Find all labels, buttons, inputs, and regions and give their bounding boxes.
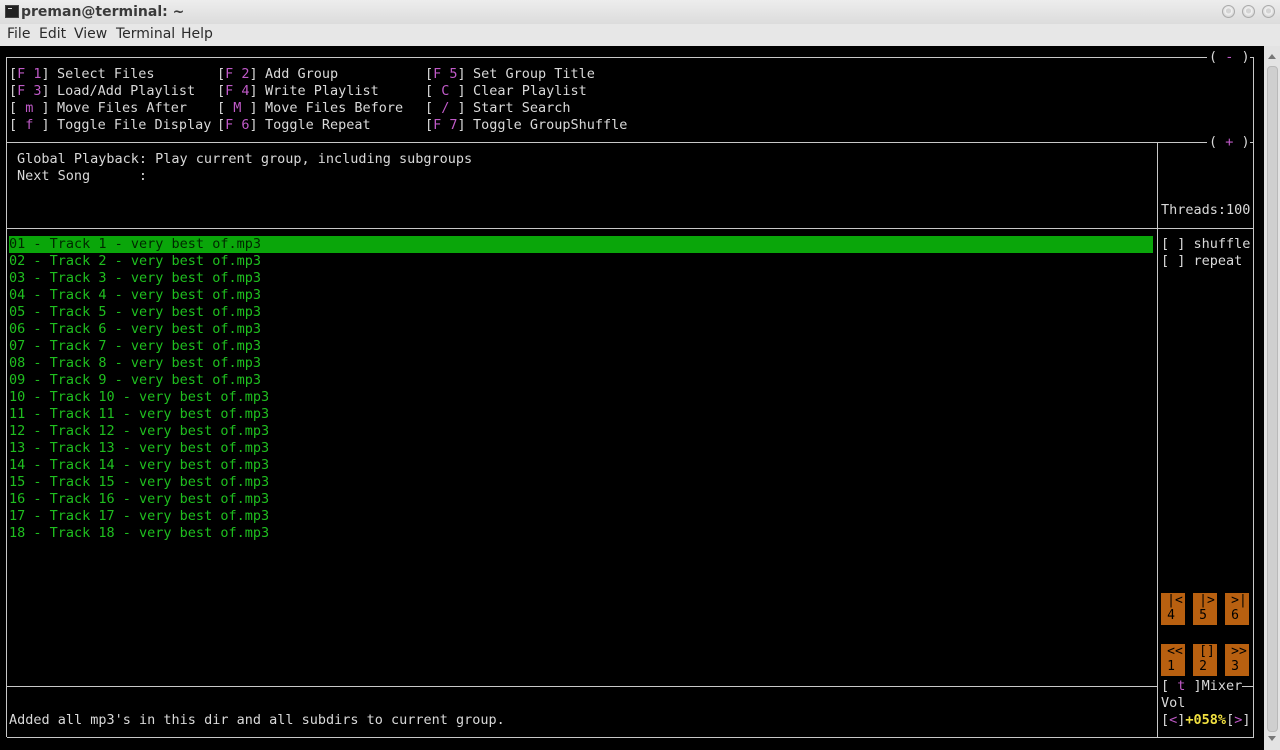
playlist-track[interactable]: 10 - Track 10 - very best of.mp3 xyxy=(9,389,269,406)
volume-down-button[interactable]: < xyxy=(1169,712,1177,728)
shortcut-key-f6[interactable]: [F 6] xyxy=(217,117,258,134)
scrollbar-thumb[interactable] xyxy=(1267,66,1278,732)
menu-view[interactable]: View xyxy=(74,26,107,42)
menu-file[interactable]: File xyxy=(7,26,30,42)
threads-count: Threads:100 xyxy=(1161,202,1251,218)
playlist-track[interactable]: 17 - Track 17 - very best of.mp3 xyxy=(9,508,269,525)
rewind-button[interactable]: << 1 xyxy=(1161,644,1185,676)
volume-up-button[interactable]: > xyxy=(1234,712,1242,728)
shortcut-label: Set Group Title xyxy=(473,66,595,82)
shortcut-label: Toggle Repeat xyxy=(265,117,371,133)
shortcut-key-f2[interactable]: [F 2] xyxy=(217,66,258,83)
playlist-track[interactable]: 08 - Track 8 - very best of.mp3 xyxy=(9,355,261,372)
stop-button[interactable]: [] 2 xyxy=(1193,644,1217,676)
shortcut-label: Write Playlist xyxy=(265,83,379,99)
shuffle-checkbox[interactable]: [ ] shuffle xyxy=(1161,236,1250,253)
shortcut-key-f1[interactable]: [F 1] xyxy=(9,66,50,83)
shortcut-key-shift-m[interactable]: [ M ] xyxy=(217,100,258,117)
shortcut-key-c[interactable]: [ C ] xyxy=(425,83,466,100)
volume-label: Vol xyxy=(1161,695,1186,711)
shortcut-key-f7[interactable]: [F 7] xyxy=(425,117,466,134)
menu-help[interactable]: Help xyxy=(181,26,213,42)
global-playback-status: Global Playback: Play current group, inc… xyxy=(17,151,473,167)
menu-terminal[interactable]: Terminal xyxy=(116,26,175,42)
window-titlebar: preman@terminal: ~ xyxy=(0,0,1280,25)
shortcut-label: Start Search xyxy=(473,100,571,116)
playlist-track[interactable]: 02 - Track 2 - very best of.mp3 xyxy=(9,253,261,270)
status-message: Added all mp3's in this dir and all subd… xyxy=(9,712,505,728)
terminal-icon xyxy=(5,5,19,18)
playlist-track[interactable]: 13 - Track 13 - very best of.mp3 xyxy=(9,440,269,457)
scrollbar[interactable] xyxy=(1264,46,1280,750)
shortcut-key-slash[interactable]: [ / ] xyxy=(425,100,466,117)
playlist-track[interactable]: 14 - Track 14 - very best of.mp3 xyxy=(9,457,269,474)
shortcut-key-f5[interactable]: [F 5] xyxy=(425,66,466,83)
terminal-area[interactable]: ( - ) ( + ) [F 1] Select Files [F 2] Add… xyxy=(0,46,1264,750)
shortcut-label: Select Files xyxy=(57,66,155,82)
fast-forward-button[interactable]: >> 3 xyxy=(1225,644,1249,676)
minimize-button[interactable] xyxy=(1222,5,1235,18)
playlist-track[interactable]: 09 - Track 9 - very best of.mp3 xyxy=(9,372,261,389)
shortcut-label: Move Files Before xyxy=(265,100,404,116)
next-song-status: Next Song : xyxy=(17,168,148,184)
repeat-checkbox[interactable]: [ ] repeat xyxy=(1161,253,1242,270)
playlist-track[interactable]: 04 - Track 4 - very best of.mp3 xyxy=(9,287,261,304)
shortcut-label: Load/Add Playlist xyxy=(57,83,196,99)
shortcut-label: Toggle GroupShuffle xyxy=(473,117,628,133)
playlist-track[interactable]: 16 - Track 16 - very best of.mp3 xyxy=(9,491,269,508)
menu-edit[interactable]: Edit xyxy=(39,26,66,42)
shortcut-label: Add Group xyxy=(265,66,339,82)
playlist-track[interactable]: 18 - Track 18 - very best of.mp3 xyxy=(9,525,269,542)
playlist-track[interactable]: 15 - Track 15 - very best of.mp3 xyxy=(9,474,269,491)
play-pause-button[interactable]: |> 5 xyxy=(1193,593,1217,625)
close-button[interactable] xyxy=(1262,5,1275,18)
shortcut-key-m[interactable]: [ m ] xyxy=(9,100,50,117)
playlist-track[interactable]: 07 - Track 7 - very best of.mp3 xyxy=(9,338,261,355)
shortcut-label: Move Files After xyxy=(57,100,188,116)
playlist-track[interactable]: 06 - Track 6 - very best of.mp3 xyxy=(9,321,261,338)
maximize-button[interactable] xyxy=(1242,5,1255,18)
playlist-track[interactable]: 01 - Track 1 - very best of.mp3 xyxy=(9,236,1153,253)
menu-bar: File Edit View Terminal Help xyxy=(0,24,1280,46)
mixer-toggle[interactable]: [ t ]Mixer xyxy=(1161,678,1243,695)
middle-panel-toggle[interactable]: ( + ) xyxy=(1209,134,1250,151)
skip-forward-button[interactable]: >| 6 xyxy=(1225,593,1249,625)
scroll-up-arrow-icon[interactable] xyxy=(1268,54,1276,59)
playlist-track[interactable]: 12 - Track 12 - very best of.mp3 xyxy=(9,423,269,440)
skip-back-button[interactable]: |< 4 xyxy=(1161,593,1185,625)
shortcut-key-f4[interactable]: [F 4] xyxy=(217,83,258,100)
shortcut-label: Clear Playlist xyxy=(473,83,587,99)
top-panel-toggle[interactable]: ( - ) xyxy=(1209,49,1250,66)
shortcut-label: Toggle File Display xyxy=(57,117,212,133)
playlist-track[interactable]: 05 - Track 5 - very best of.mp3 xyxy=(9,304,261,321)
scroll-down-arrow-icon[interactable] xyxy=(1268,736,1276,741)
volume-control: [<]+058%[>] xyxy=(1161,712,1251,728)
shortcut-key-f3[interactable]: [F 3] xyxy=(9,83,50,100)
shortcut-key-f[interactable]: [ f ] xyxy=(9,117,50,134)
playlist-track[interactable]: 03 - Track 3 - very best of.mp3 xyxy=(9,270,261,287)
window-title: preman@terminal: ~ xyxy=(21,4,185,20)
playlist-track[interactable]: 11 - Track 11 - very best of.mp3 xyxy=(9,406,269,423)
volume-value: +058% xyxy=(1185,712,1227,728)
